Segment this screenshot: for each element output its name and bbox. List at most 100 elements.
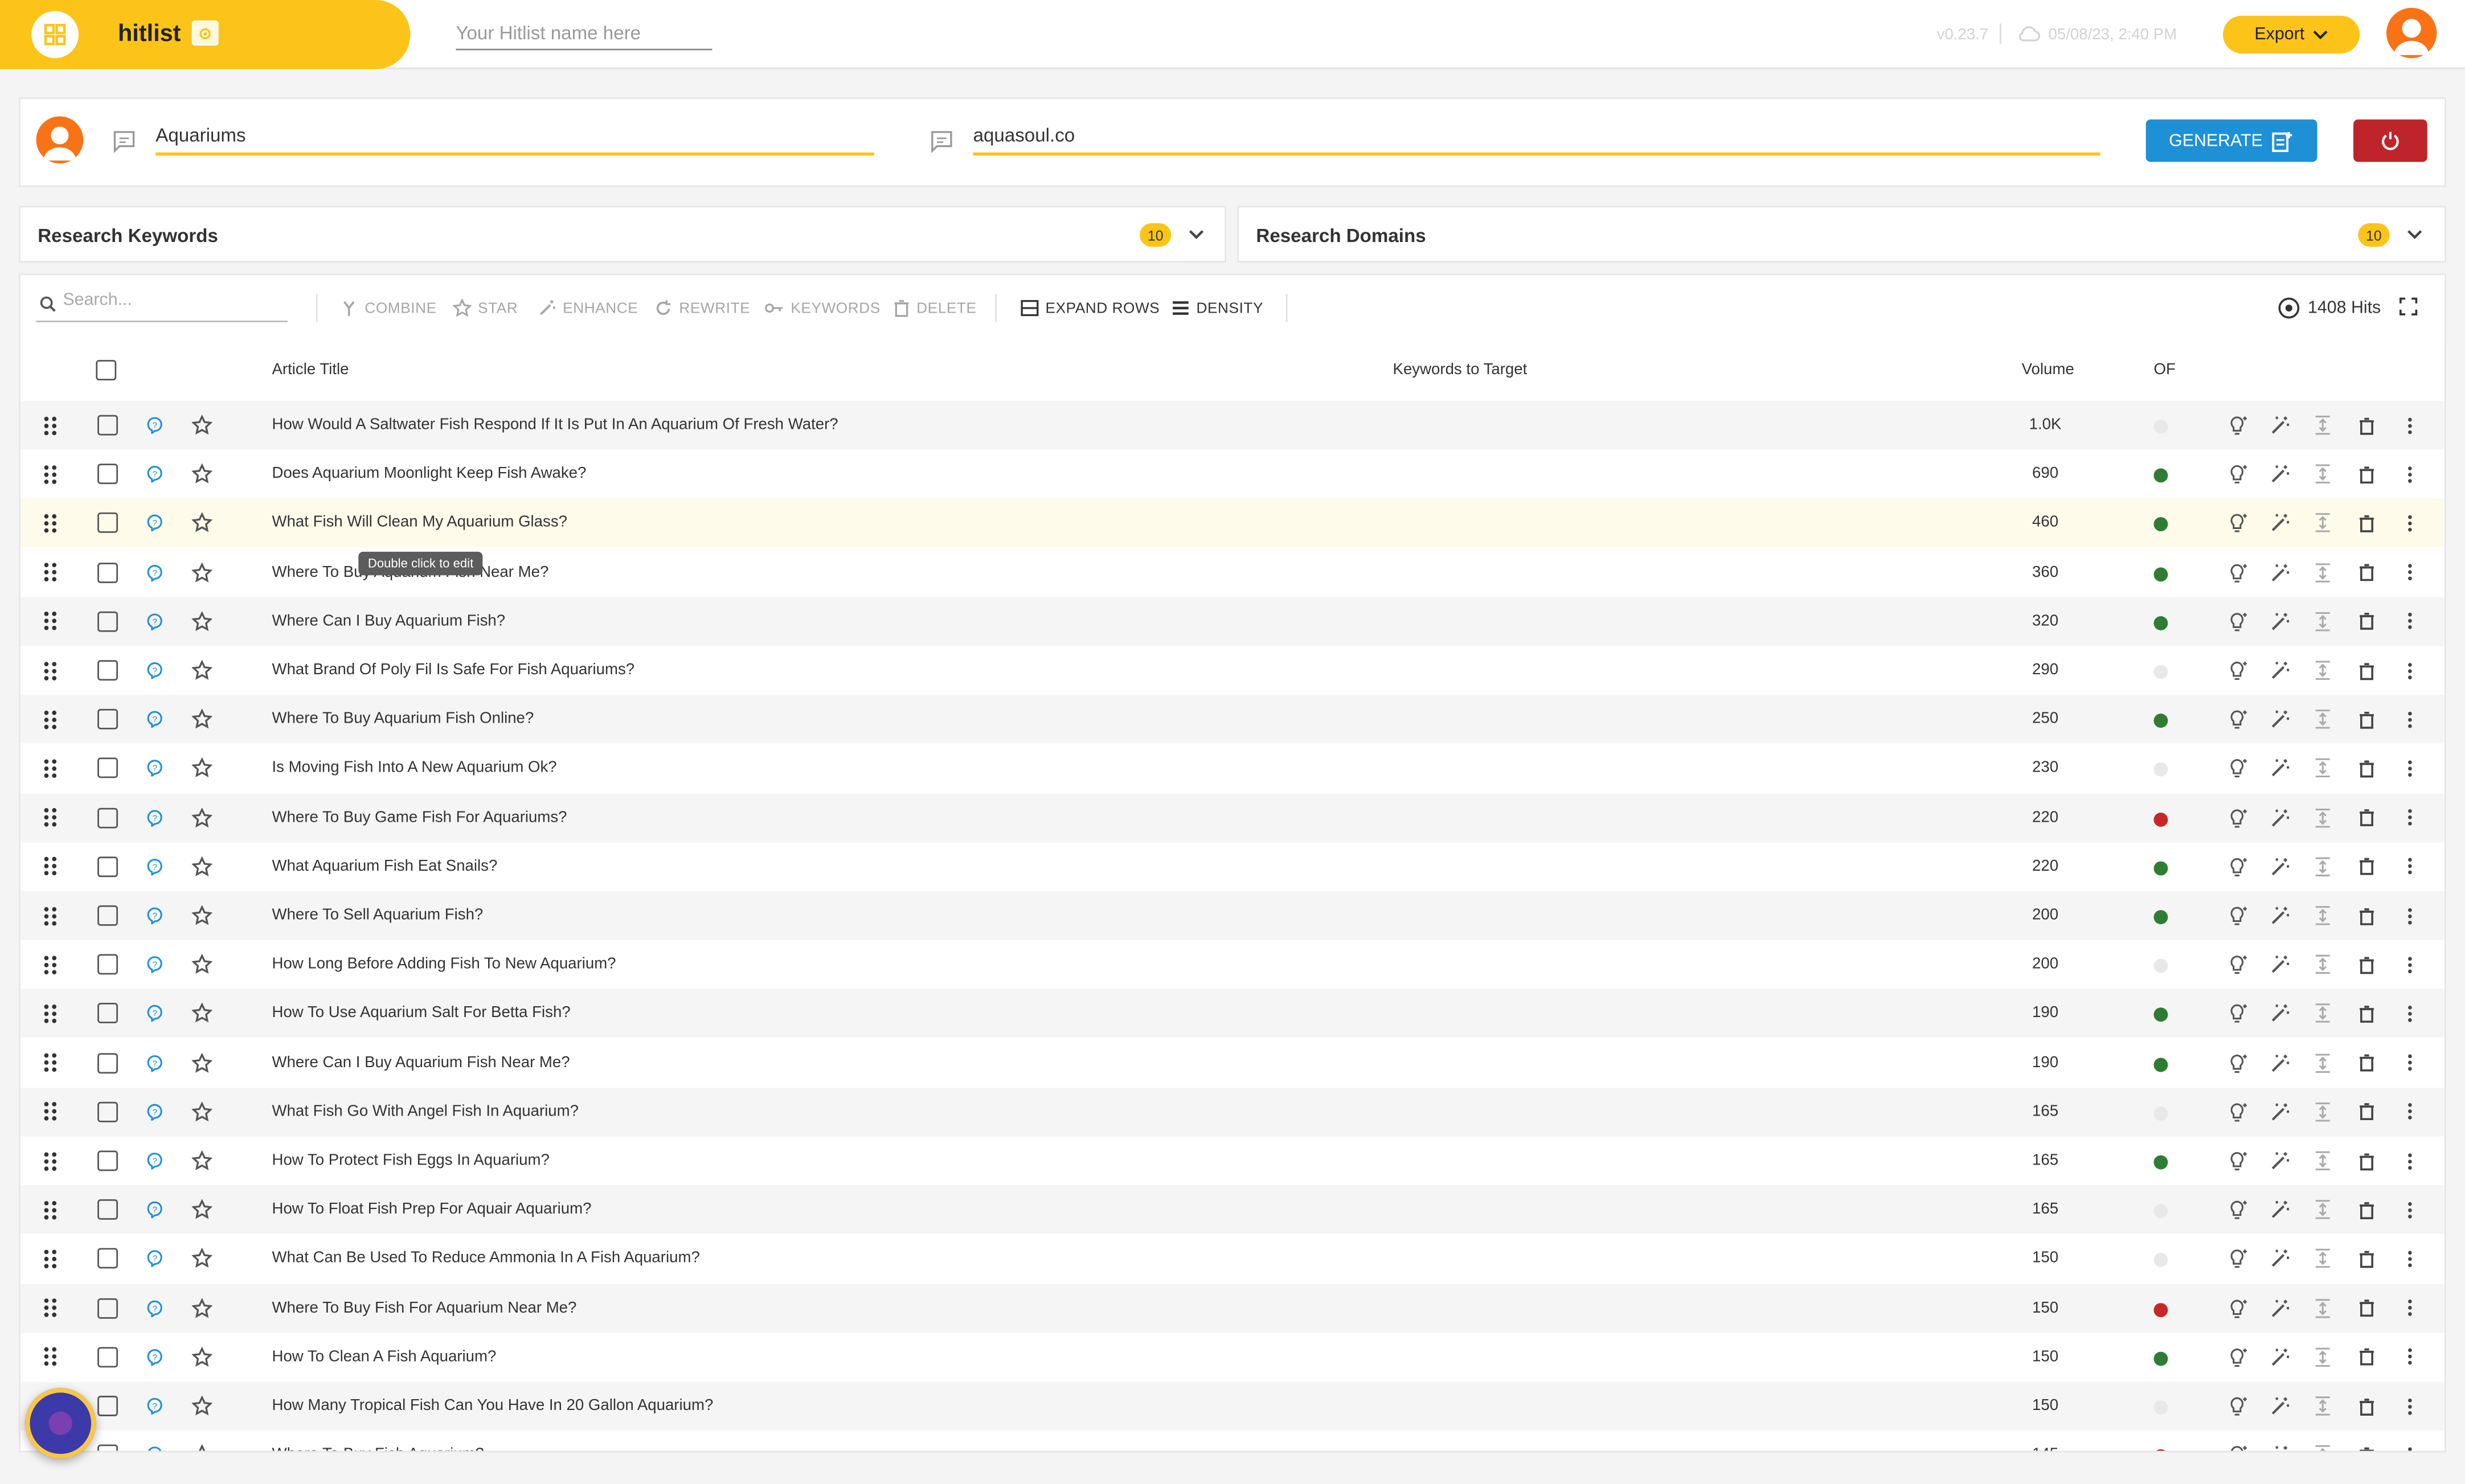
star-icon[interactable] [191, 1186, 212, 1235]
magic-wand-icon[interactable] [2270, 1381, 2291, 1430]
table-row[interactable]: ? Where To Buy Aquarium Fish Online? 250 [20, 695, 2445, 744]
article-title[interactable]: What Can Be Used To Reduce Ammonia In A … [272, 1235, 700, 1284]
help-icon[interactable]: ? [146, 695, 163, 744]
expand-icon[interactable] [2314, 646, 2331, 695]
idea-icon[interactable] [2227, 989, 2250, 1038]
trash-icon[interactable] [2358, 1038, 2375, 1087]
expand-icon[interactable] [2314, 695, 2331, 744]
more-icon[interactable] [2407, 1333, 2413, 1381]
idea-icon[interactable] [2227, 744, 2250, 793]
magic-wand-icon[interactable] [2270, 450, 2291, 499]
star-icon[interactable] [191, 597, 212, 646]
row-checkbox[interactable] [97, 954, 118, 975]
star-button[interactable]: STAR [452, 298, 518, 317]
table-row[interactable]: ? What Brand Of Poly Fil Is Safe For Fish… [20, 646, 2445, 695]
row-checkbox[interactable] [97, 1052, 118, 1073]
row-checkbox[interactable] [97, 1346, 118, 1367]
reset-button[interactable] [2353, 119, 2427, 162]
magic-wand-icon[interactable] [2270, 1137, 2291, 1186]
drag-handle-icon[interactable] [43, 842, 59, 891]
idea-icon[interactable] [2227, 1333, 2250, 1381]
help-icon[interactable]: ? [146, 891, 163, 940]
apps-grid-button[interactable] [31, 11, 79, 59]
more-icon[interactable] [2407, 1381, 2413, 1430]
idea-icon[interactable] [2227, 1038, 2250, 1087]
column-header-volume[interactable]: Volume [2022, 362, 2074, 379]
magic-wand-icon[interactable] [2270, 1284, 2291, 1333]
expand-icon[interactable] [2314, 1284, 2331, 1333]
row-checkbox[interactable] [97, 464, 118, 485]
expand-icon[interactable] [2314, 1186, 2331, 1235]
drag-handle-icon[interactable] [43, 1333, 59, 1381]
row-checkbox[interactable] [97, 1199, 118, 1220]
expand-icon[interactable] [2314, 1038, 2331, 1087]
table-row[interactable]: ? How Long Before Adding Fish To New Aqua… [20, 940, 2445, 989]
row-checkbox[interactable] [97, 856, 118, 877]
magic-wand-icon[interactable] [2270, 646, 2291, 695]
trash-icon[interactable] [2358, 499, 2375, 548]
help-icon[interactable]: ? [146, 1087, 163, 1136]
drag-handle-icon[interactable] [43, 401, 59, 450]
drag-handle-icon[interactable] [43, 1137, 59, 1186]
star-icon[interactable] [191, 695, 212, 744]
star-icon[interactable] [191, 1235, 212, 1284]
trash-icon[interactable] [2358, 793, 2375, 842]
article-title[interactable]: Is Moving Fish Into A New Aquarium Ok? [272, 744, 557, 793]
expand-icon[interactable] [2314, 744, 2331, 793]
magic-wand-icon[interactable] [2270, 1235, 2291, 1284]
row-checkbox[interactable] [97, 415, 118, 436]
drag-handle-icon[interactable] [43, 744, 59, 793]
more-icon[interactable] [2407, 1038, 2413, 1087]
expand-icon[interactable] [2314, 548, 2331, 597]
idea-icon[interactable] [2227, 548, 2250, 597]
row-checkbox[interactable] [97, 562, 118, 583]
table-row[interactable]: ? Does Aquarium Moonlight Keep Fish Awake… [20, 449, 2445, 499]
drag-handle-icon[interactable] [43, 891, 59, 940]
trash-icon[interactable] [2358, 1333, 2375, 1381]
idea-icon[interactable] [2227, 1284, 2250, 1333]
user-avatar[interactable] [2386, 7, 2437, 59]
help-icon[interactable]: ? [146, 1038, 163, 1087]
chevron-down-icon[interactable] [2405, 225, 2424, 244]
idea-icon[interactable] [2227, 1235, 2250, 1284]
article-title[interactable]: How Many Tropical Fish Can You Have In 2… [272, 1381, 714, 1430]
expand-icon[interactable] [2314, 597, 2331, 646]
row-checkbox[interactable] [97, 807, 118, 828]
magic-wand-icon[interactable] [2270, 793, 2291, 842]
help-icon[interactable]: ? [146, 1186, 163, 1235]
expand-icon[interactable] [2314, 891, 2331, 940]
more-icon[interactable] [2407, 793, 2413, 842]
row-checkbox[interactable] [97, 758, 118, 779]
star-icon[interactable] [191, 940, 212, 989]
delete-button[interactable]: DELETE [893, 298, 977, 317]
article-title[interactable]: Where To Buy Aquarium Fish Online? [272, 695, 534, 744]
expand-icon[interactable] [2314, 793, 2331, 842]
idea-icon[interactable] [2227, 1186, 2250, 1235]
drag-handle-icon[interactable] [43, 1087, 59, 1136]
trash-icon[interactable] [2358, 450, 2375, 499]
help-icon[interactable]: ? [146, 744, 163, 793]
table-row[interactable]: ? Where Can I Buy Aquarium Fish? 320 [20, 597, 2445, 646]
idea-icon[interactable] [2227, 1381, 2250, 1430]
chevron-down-icon[interactable] [1187, 225, 1206, 244]
article-title[interactable]: How To Clean A Fish Aquarium? [272, 1333, 497, 1381]
star-icon[interactable] [192, 1430, 212, 1451]
expand-rows-button[interactable]: EXPAND ROWS [1020, 298, 1160, 317]
help-icon[interactable]: ? [146, 548, 163, 597]
row-checkbox[interactable] [97, 1297, 118, 1318]
trash-icon[interactable] [2358, 1137, 2375, 1186]
drag-handle-icon[interactable] [43, 793, 59, 842]
star-icon[interactable] [191, 793, 212, 842]
row-checkbox[interactable] [97, 1101, 118, 1122]
expand-icon[interactable] [2314, 842, 2331, 891]
row-checkbox[interactable] [97, 709, 118, 730]
trash-icon[interactable] [2358, 989, 2375, 1038]
help-icon[interactable]: ? [146, 842, 163, 891]
star-icon[interactable] [191, 891, 212, 940]
article-title[interactable]: How To Float Fish Prep For Aquair Aquari… [272, 1186, 592, 1235]
help-icon[interactable]: ? [146, 499, 163, 548]
star-icon[interactable] [191, 1333, 212, 1381]
help-icon[interactable]: ? [146, 597, 163, 646]
more-icon[interactable] [2407, 1284, 2413, 1333]
density-button[interactable]: DENSITY [1171, 298, 1263, 317]
